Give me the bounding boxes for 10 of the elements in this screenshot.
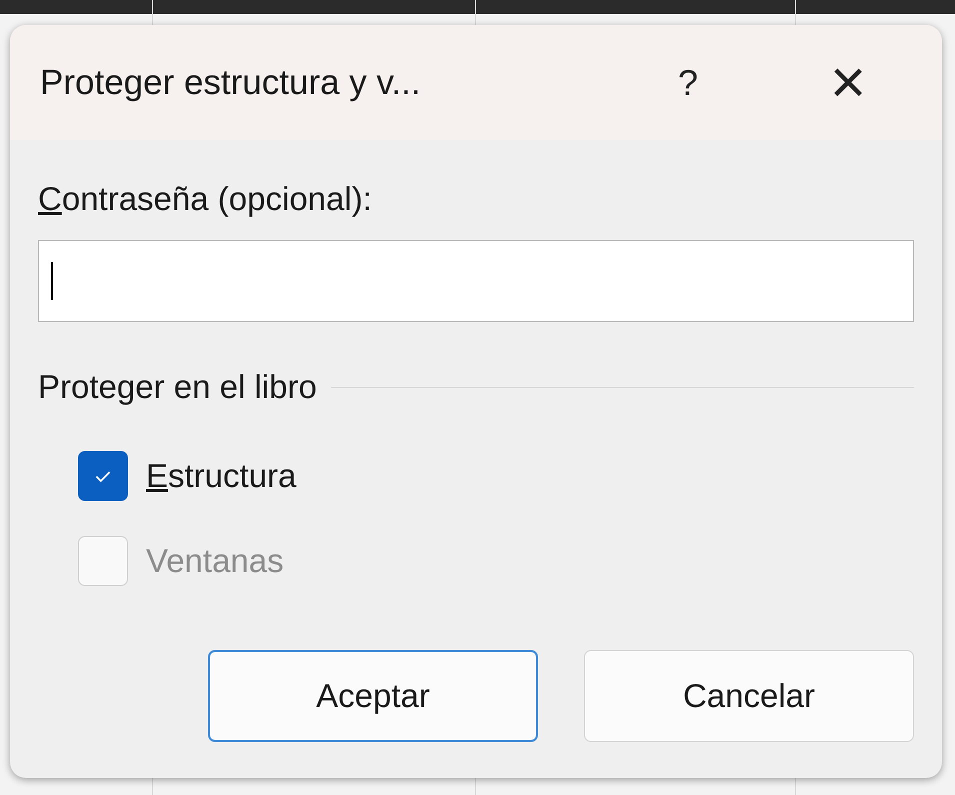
password-label: Contraseña (opcional):: [38, 180, 373, 218]
accept-button[interactable]: Aceptar: [208, 650, 538, 742]
group-label: Proteger en el libro: [38, 368, 317, 406]
close-button[interactable]: ×: [830, 52, 866, 114]
checkbox[interactable]: [78, 451, 128, 501]
help-button[interactable]: ?: [658, 62, 718, 104]
password-field[interactable]: [38, 240, 914, 322]
cancel-button[interactable]: Cancelar: [584, 650, 914, 742]
window-title: Proteger estructura y v...: [40, 62, 422, 102]
checkbox-label[interactable]: Estructura: [146, 457, 296, 495]
